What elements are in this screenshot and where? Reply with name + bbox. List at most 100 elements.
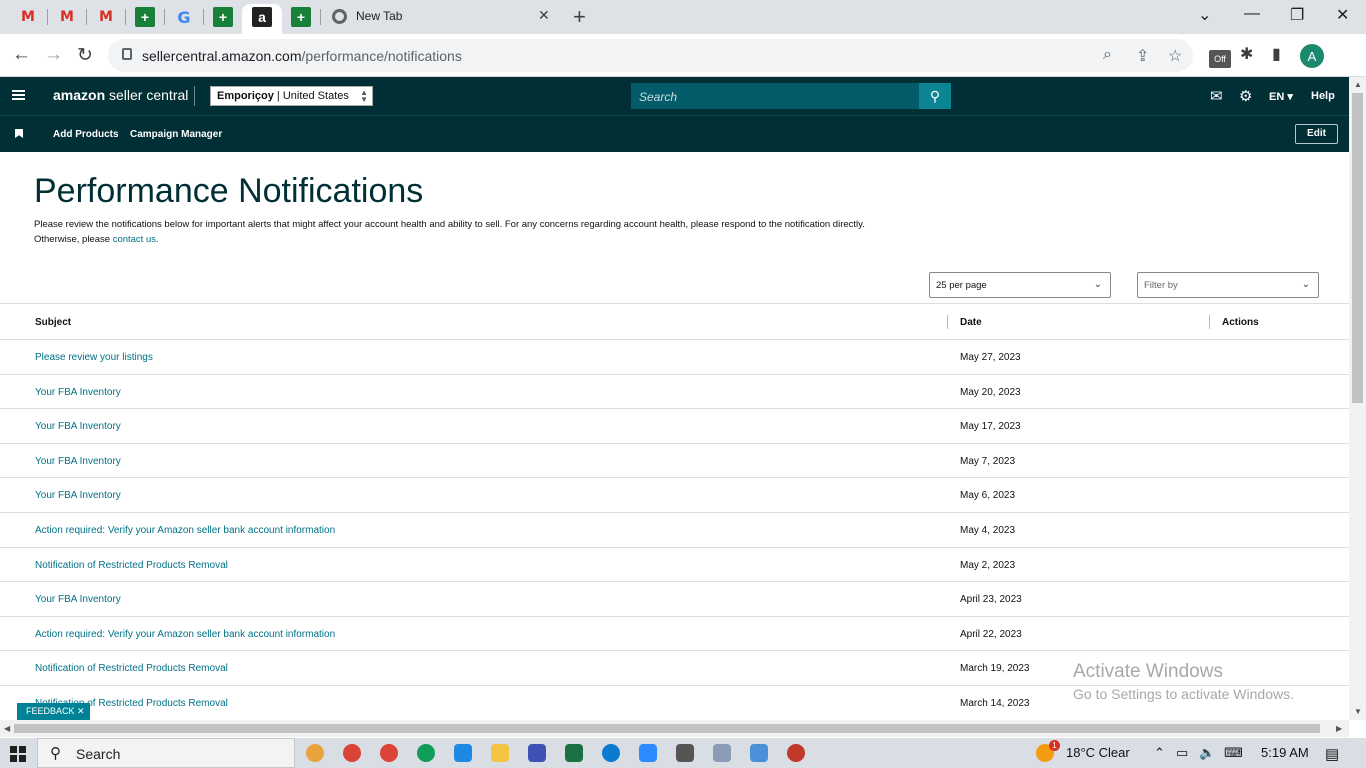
scroll-down-icon[interactable]: ▼ [1354,707,1362,716]
edit-nav-button[interactable]: Edit [1295,124,1338,144]
url-text[interactable]: sellercentral.amazon.com/performance/not… [142,48,462,64]
column-resizer[interactable] [947,315,948,329]
chrome-app-icon[interactable] [306,744,324,762]
google-tab-icon[interactable]: G [174,7,194,27]
notification-subject-link[interactable]: Your FBA Inventory [35,456,121,467]
filter-by-select[interactable]: Filter by ⌄ [1137,272,1319,298]
tab-separator [47,9,48,25]
notifications-icon[interactable]: ▤ [1325,745,1339,763]
close-window-button[interactable]: ✕ [1336,5,1349,25]
forward-button[interactable]: → [44,44,63,66]
media-player-icon[interactable] [528,744,546,762]
tab-close-icon[interactable]: ✕ [538,7,550,24]
store-selector[interactable]: Emporiçoy | United States ▲ ▼ [210,86,373,106]
chrome-app-icon[interactable] [343,744,361,762]
table-row: Action required: Verify your Amazon sell… [0,617,1349,652]
gmail-tab-icon[interactable]: M [18,7,38,27]
side-panel-icon[interactable]: ▮ [1272,44,1281,64]
search-button[interactable]: ⚲ [919,83,951,109]
scroll-left-icon[interactable]: ◀ [4,724,10,733]
horizontal-scroll-thumb[interactable] [14,724,1320,733]
horizontal-scrollbar[interactable]: ◀ ▶ [0,720,1349,737]
amazon-tab-icon[interactable]: a [252,7,272,27]
photos-icon[interactable] [750,744,768,762]
sheets-tab-icon[interactable]: + [135,7,155,27]
up-down-arrows-icon: ▲ ▼ [360,88,368,104]
notification-subject-link[interactable]: Action required: Verify your Amazon sell… [35,629,335,640]
share-icon[interactable]: ⇪ [1136,46,1149,66]
menu-icon[interactable] [12,90,25,100]
app-icon[interactable] [787,744,805,762]
back-button[interactable]: ← [12,44,31,66]
table-row: Your FBA Inventory May 20, 2023 [0,375,1349,410]
volume-icon[interactable]: 🔈 [1199,745,1215,761]
zoom-icon[interactable]: ⌕ [1103,46,1112,64]
bookmark-icon[interactable] [15,129,23,138]
notification-subject-link[interactable]: Action required: Verify your Amazon sell… [35,525,335,536]
chrome-app-icon[interactable] [417,744,435,762]
help-link[interactable]: Help [1311,90,1335,102]
sheets-tab-icon[interactable]: + [213,7,233,27]
new-tab-button[interactable]: + [573,4,586,30]
weather-text[interactable]: 18°C Clear [1066,745,1130,760]
tab-search-chevron-icon[interactable]: ⌄ [1198,5,1211,25]
calculator-icon[interactable] [676,744,694,762]
notification-count-badge: 1 [1049,740,1060,751]
reload-button[interactable]: ↻ [77,44,93,67]
notification-subject-link[interactable]: Please review your listings [35,352,153,363]
notification-subject-link[interactable]: Your FBA Inventory [35,421,121,432]
show-hidden-icons-chevron-icon[interactable]: ⌃ [1154,745,1165,761]
gmail-tab-icon[interactable]: M [57,7,77,27]
notification-subject-link[interactable]: Notification of Restricted Products Remo… [35,560,228,571]
restore-button[interactable]: ❐ [1290,5,1304,25]
nav-campaign-manager[interactable]: Campaign Manager [130,129,222,140]
bookmark-star-icon[interactable]: ☆ [1168,46,1182,66]
scroll-right-icon[interactable]: ▶ [1336,724,1342,733]
clock[interactable]: 5:19 AM [1261,745,1309,760]
nav-add-products[interactable]: Add Products [53,129,119,140]
tab-title[interactable]: New Tab [356,9,402,23]
taskbar-search-box[interactable]: ⚲ Search [37,738,295,768]
sheets-tab-icon[interactable]: + [291,7,311,27]
language-selector[interactable]: EN ▾ [1269,90,1293,103]
contact-us-link[interactable]: contact us. [113,234,159,245]
subject-column-header[interactable]: Subject [35,317,71,328]
activate-windows-title: Activate Windows [1073,661,1223,682]
notification-date: March 19, 2023 [960,663,1030,675]
excel-icon[interactable] [565,744,583,762]
vertical-scrollbar[interactable]: ▲ ▼ [1349,77,1366,720]
notification-subject-link[interactable]: Notification of Restricted Products Remo… [35,663,228,674]
chrome-app-icon[interactable] [380,744,398,762]
zoom-app-icon[interactable] [639,744,657,762]
search-input[interactable]: Search [631,83,920,109]
app-icon[interactable] [454,744,472,762]
column-resizer[interactable] [1209,315,1210,329]
chevron-down-icon: ⌄ [1301,279,1310,290]
per-page-select[interactable]: 25 per page ⌄ [929,272,1111,298]
notification-subject-link[interactable]: Your FBA Inventory [35,594,121,605]
chevron-down-icon: ⌄ [1093,279,1102,290]
scroll-up-icon[interactable]: ▲ [1354,80,1362,89]
minimize-button[interactable]: — [1244,5,1260,23]
seller-central-logo[interactable]: amazon seller central [53,87,188,103]
windows-start-icon[interactable] [10,746,26,762]
extension-off-badge[interactable]: Off [1209,50,1231,68]
notification-subject-link[interactable]: Your FBA Inventory [35,490,121,501]
date-column-header[interactable]: Date [960,317,982,328]
notepad-icon[interactable] [713,744,731,762]
gmail-tab-icon[interactable]: M [96,7,116,27]
tab-separator [320,9,321,25]
edge-icon[interactable] [602,744,620,762]
keyboard-icon[interactable]: ⌨ [1224,745,1243,761]
mail-icon[interactable]: ✉ [1210,87,1223,105]
profile-avatar[interactable]: A [1300,44,1324,68]
settings-gear-icon[interactable]: ⚙ [1239,87,1252,105]
extensions-puzzle-icon[interactable]: ✱ [1240,44,1253,64]
vertical-scroll-thumb[interactable] [1352,93,1363,403]
lock-icon[interactable] [122,48,132,60]
address-bar[interactable]: sellercentral.amazon.com/performance/not… [108,39,1193,72]
network-icon[interactable]: ▭ [1176,745,1188,761]
notification-subject-link[interactable]: Your FBA Inventory [35,387,121,398]
feedback-button[interactable]: FEEDBACK ✕ [17,703,90,720]
file-explorer-icon[interactable] [491,744,509,762]
